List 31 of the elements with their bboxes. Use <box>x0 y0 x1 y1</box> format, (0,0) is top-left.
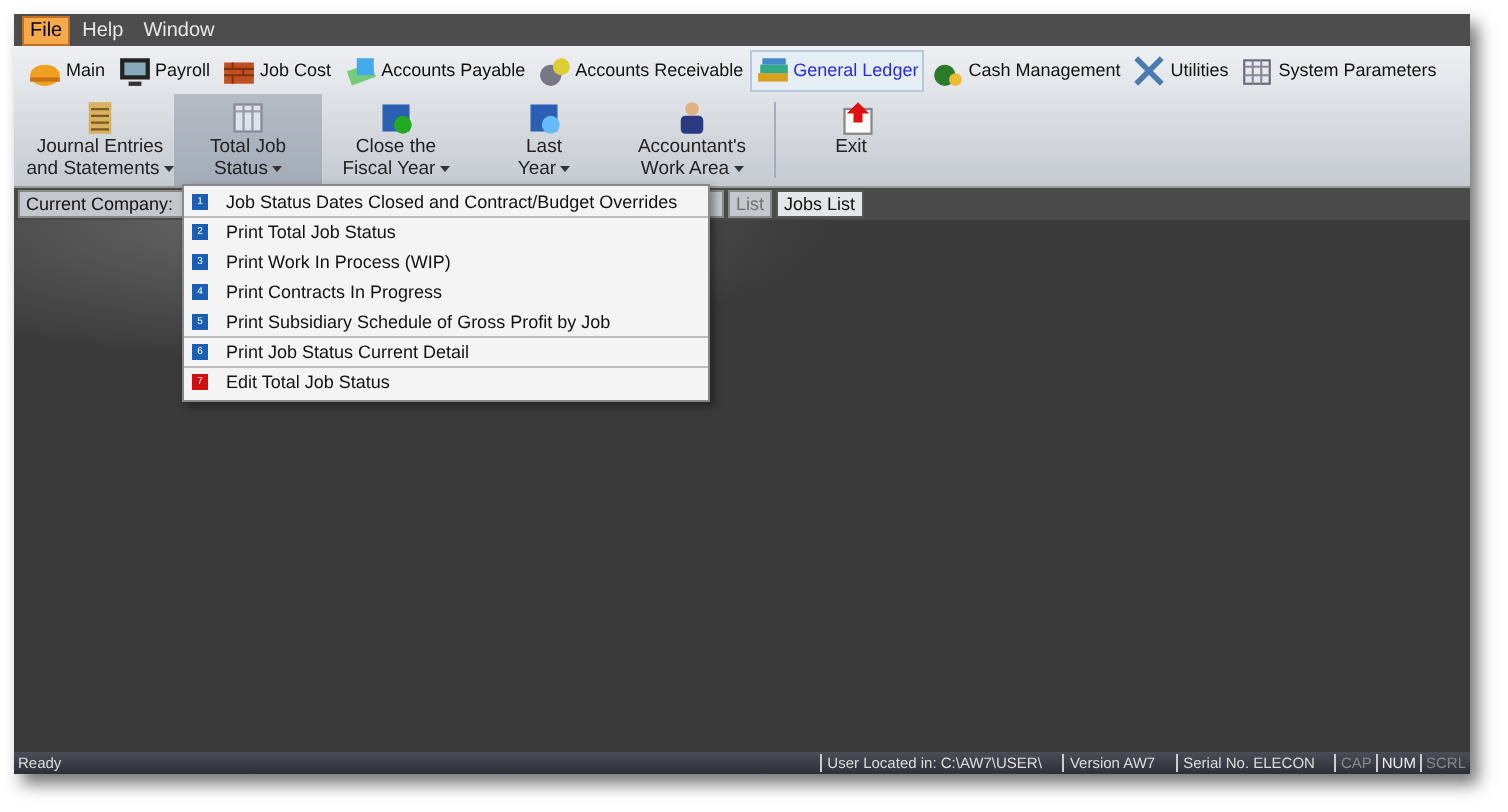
module-tab[interactable]: Main <box>22 49 112 91</box>
ribbon-button[interactable]: Close the Fiscal Year <box>322 94 470 186</box>
menu-item[interactable]: Window <box>135 15 223 45</box>
module-tab[interactable]: General Ledger <box>749 49 925 91</box>
module-tab[interactable]: Accounts Receivable <box>531 49 750 91</box>
ribbon-button[interactable]: Total Job Status <box>174 94 322 186</box>
menu-item[interactable]: File <box>22 15 71 45</box>
books-icon <box>755 53 790 87</box>
grid-icon <box>1240 53 1275 87</box>
module-tab[interactable]: Utilities <box>1126 49 1235 91</box>
ribbon-button[interactable]: Last Year <box>470 94 618 186</box>
menu-item-label: Edit Total Job Status <box>226 372 390 392</box>
ribbon-button[interactable]: Accountant's Work Area <box>618 94 766 186</box>
menu-item-label: Print Job Status Current Detail <box>226 342 470 362</box>
document-tab[interactable]: Jobs List <box>776 190 864 218</box>
menu-item-label: Job Status Dates Closed and Contract/Budget Overrides <box>226 192 678 212</box>
menu-item[interactable]: Help <box>74 15 132 45</box>
module-tab[interactable]: Accounts Payable <box>337 49 532 91</box>
menu-item-label: Print Subsidiary Schedule of Gross Profit by Job <box>226 312 611 332</box>
menu-item-label: Print Contracts In Progress <box>226 282 443 302</box>
exit-icon <box>840 100 876 136</box>
module-tab[interactable]: System Parameters <box>1234 49 1443 91</box>
module-tab[interactable]: Payroll <box>111 49 217 91</box>
ribbon-button[interactable]: Exit <box>784 94 932 186</box>
ribbon-button[interactable]: Journal Entries and Statements <box>26 94 174 186</box>
menu-item-label: Print Work In Process (WIP) <box>226 252 451 272</box>
monitor-icon <box>117 53 152 87</box>
table-icon <box>230 100 266 136</box>
module-tab[interactable]: Job Cost <box>216 49 338 91</box>
module-tab[interactable]: Cash Management <box>924 49 1127 91</box>
menu-item-label: Print Total Job Status <box>226 222 396 242</box>
